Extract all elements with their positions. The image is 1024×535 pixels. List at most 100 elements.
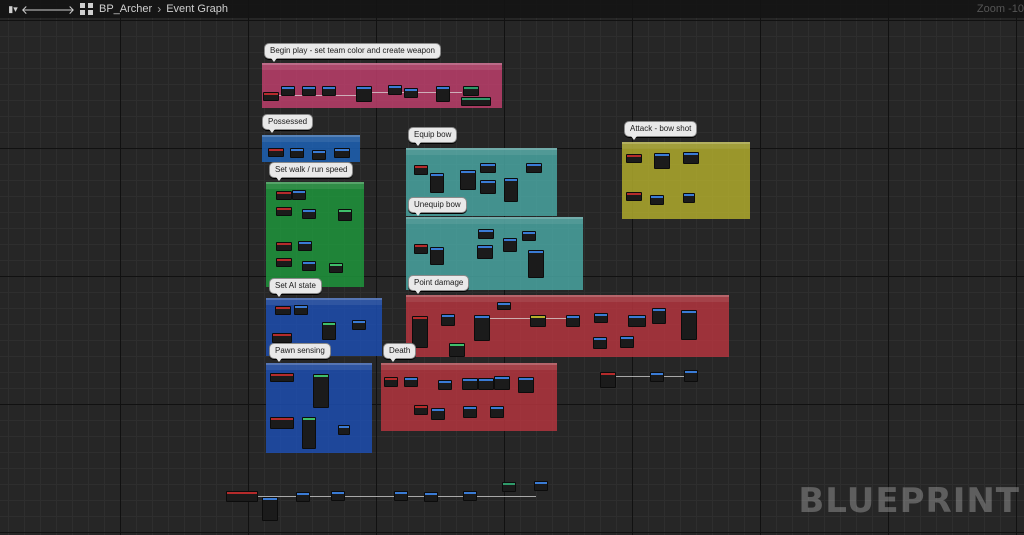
blueprint-node[interactable] (463, 406, 477, 418)
blueprint-node[interactable] (424, 492, 438, 502)
blueprint-node[interactable] (338, 209, 352, 221)
blueprint-node[interactable] (312, 150, 326, 160)
comment-bubble-equip-bow[interactable]: Equip bow (408, 127, 458, 146)
blueprint-node[interactable] (322, 86, 336, 96)
blueprint-node[interactable] (490, 406, 504, 418)
blueprint-node[interactable] (504, 178, 518, 202)
blueprint-node[interactable] (438, 380, 452, 390)
blueprint-node[interactable] (478, 229, 494, 239)
blueprint-node[interactable] (226, 491, 258, 502)
blueprint-node[interactable] (294, 305, 308, 315)
blueprint-node[interactable] (449, 343, 465, 357)
blueprint-node[interactable] (268, 148, 284, 157)
blueprint-node[interactable] (460, 170, 476, 190)
comment-bubble-attack-bow-shot[interactable]: Attack - bow shot (624, 121, 698, 140)
blueprint-node[interactable] (322, 322, 336, 340)
blueprint-node[interactable] (276, 258, 292, 267)
comment-bubble-pawn-sensing[interactable]: Pawn sensing (269, 343, 331, 362)
blueprint-node[interactable] (334, 148, 350, 158)
blueprint-node[interactable] (352, 320, 366, 330)
blueprint-node[interactable] (263, 92, 279, 101)
blueprint-node[interactable] (302, 261, 316, 271)
blueprint-node[interactable] (652, 308, 666, 324)
blueprint-node[interactable] (394, 491, 408, 501)
blueprint-node[interactable] (388, 85, 402, 95)
blueprint-node[interactable] (430, 247, 444, 265)
blueprint-node[interactable] (290, 148, 304, 158)
blueprint-node[interactable] (494, 376, 510, 390)
blueprint-node[interactable] (414, 405, 428, 415)
blueprint-node[interactable] (414, 165, 428, 175)
blueprint-node[interactable] (356, 86, 372, 102)
blueprint-node[interactable] (281, 86, 295, 96)
blueprint-node[interactable] (593, 337, 607, 349)
blueprint-node[interactable] (461, 97, 491, 106)
blueprint-node[interactable] (594, 313, 608, 323)
comment-bubble-unequip-bow[interactable]: Unequip bow (408, 197, 467, 216)
blueprint-node[interactable] (276, 242, 292, 251)
blueprint-node[interactable] (478, 378, 494, 390)
comment-bubble-death[interactable]: Death (383, 343, 417, 362)
blueprint-node[interactable] (502, 482, 516, 492)
comment-box-death[interactable] (381, 363, 557, 431)
blueprint-node[interactable] (620, 336, 634, 348)
breadcrumb-graph[interactable]: Event Graph (163, 3, 231, 15)
blueprint-node[interactable] (684, 370, 698, 382)
blueprint-node[interactable] (530, 315, 546, 327)
blueprint-node[interactable] (302, 417, 316, 449)
blueprint-node[interactable] (528, 250, 544, 278)
comment-bubble-point-damage[interactable]: Point damage (408, 275, 470, 294)
blueprint-node[interactable] (270, 417, 294, 429)
blueprint-node[interactable] (292, 190, 306, 200)
blueprint-node[interactable] (477, 245, 493, 259)
blueprint-node[interactable] (463, 86, 479, 96)
blueprint-node[interactable] (329, 263, 343, 273)
blueprint-node[interactable] (462, 378, 478, 390)
blueprint-node[interactable] (474, 315, 490, 341)
blueprint-node[interactable] (683, 152, 699, 164)
blueprint-node[interactable] (600, 372, 616, 388)
blueprint-node[interactable] (431, 408, 445, 420)
blueprint-node[interactable] (331, 491, 345, 501)
blueprint-node[interactable] (275, 306, 291, 315)
blueprint-node[interactable] (522, 231, 536, 241)
blueprint-class-icon[interactable] (76, 0, 96, 18)
blueprint-node[interactable] (518, 377, 534, 393)
blueprint-node[interactable] (404, 377, 418, 387)
blueprint-node[interactable] (276, 207, 292, 216)
blueprint-node[interactable] (650, 372, 664, 382)
blueprint-node[interactable] (650, 195, 664, 205)
blueprint-node[interactable] (276, 191, 292, 200)
blueprint-node[interactable] (430, 173, 444, 193)
blueprint-node[interactable] (480, 180, 496, 194)
comment-bubble-possessed[interactable]: Possessed (262, 114, 314, 133)
blueprint-node[interactable] (526, 163, 542, 173)
blueprint-node[interactable] (463, 491, 477, 501)
blueprint-node[interactable] (298, 241, 312, 251)
blueprint-node[interactable] (681, 310, 697, 340)
blueprint-node[interactable] (503, 238, 517, 252)
breadcrumb-blueprint[interactable]: BP_Archer (96, 3, 155, 15)
blueprint-node[interactable] (404, 88, 418, 98)
blueprint-node[interactable] (338, 425, 350, 435)
comment-bubble-walk-run-speed[interactable]: Set walk / run speed (269, 162, 354, 181)
blueprint-node[interactable] (414, 244, 428, 254)
blueprint-node[interactable] (384, 377, 398, 387)
blueprint-node[interactable] (683, 193, 695, 203)
blueprint-node[interactable] (302, 86, 316, 96)
comment-bubble-begin-play[interactable]: Begin play - set team color and create w… (264, 43, 441, 62)
blueprint-node[interactable] (436, 86, 450, 102)
arrow-right-icon[interactable]: 🡒 (43, 0, 75, 18)
blueprint-node[interactable] (296, 492, 310, 502)
blueprint-node[interactable] (270, 373, 294, 382)
blueprint-node[interactable] (534, 481, 548, 491)
blueprint-node[interactable] (497, 302, 511, 310)
blueprint-node[interactable] (412, 316, 428, 348)
blueprint-node[interactable] (441, 314, 455, 326)
blueprint-node[interactable] (272, 333, 292, 343)
blueprint-node[interactable] (313, 374, 329, 408)
blueprint-node[interactable] (480, 163, 496, 173)
blueprint-node[interactable] (302, 209, 316, 219)
blueprint-node[interactable] (626, 192, 642, 201)
blueprint-node[interactable] (628, 315, 646, 327)
